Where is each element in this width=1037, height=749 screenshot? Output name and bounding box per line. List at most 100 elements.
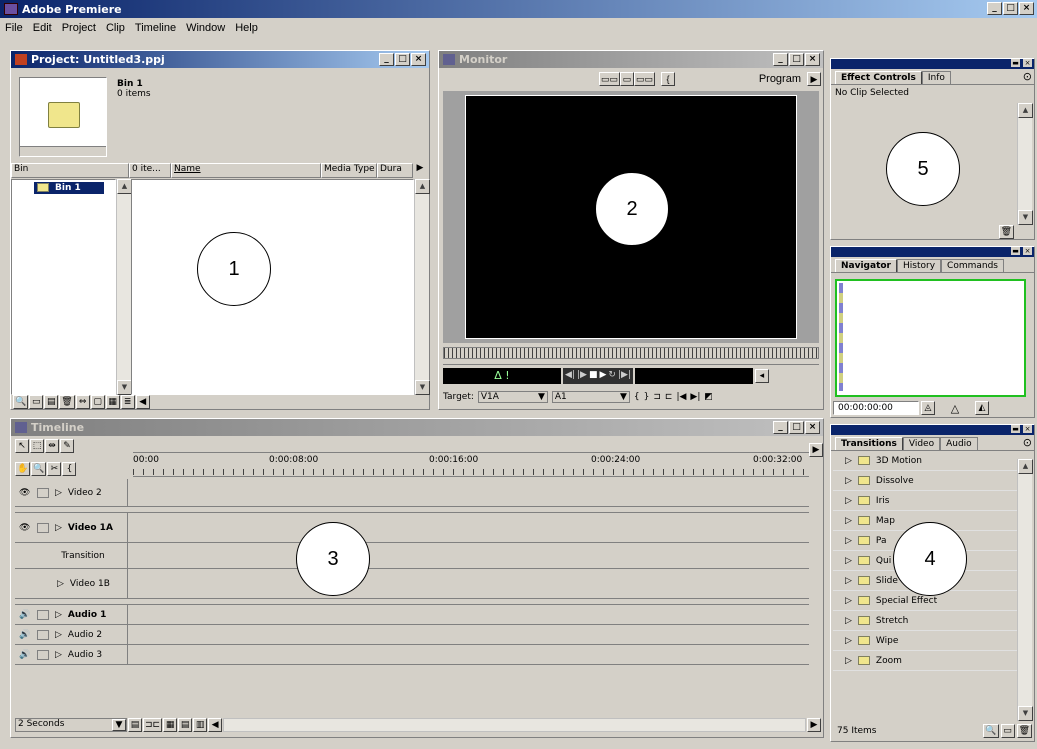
column-name[interactable]: Name	[171, 163, 321, 178]
monitor-menu-button[interactable]: ▶	[807, 72, 821, 86]
expand-arrow-icon[interactable]: ▷	[55, 610, 62, 620]
out-point-icon[interactable]: }	[644, 392, 650, 402]
tab-audio[interactable]: Audio	[940, 437, 978, 450]
track-video-2[interactable]: 👁 ▷ Video 2	[15, 479, 809, 507]
track-audio-3[interactable]: 🔊 ▷ Audio 3	[15, 645, 809, 665]
delete-button[interactable]: 🗑	[1016, 724, 1032, 738]
track-audio-1[interactable]: 🔊 ▷ Audio 1	[15, 605, 809, 625]
thumbnail-view-button[interactable]: ▦	[105, 395, 120, 409]
play-icon[interactable]: ▶	[599, 370, 606, 382]
expand-arrow-icon[interactable]: ▷	[57, 579, 64, 589]
track-video-1a[interactable]: 👁 ▷ Video 1A	[15, 513, 809, 543]
ripple-edit-tool-icon[interactable]: ⇹	[45, 439, 59, 453]
transition-folder-dissolve[interactable]: ▷ Dissolve	[833, 471, 1017, 491]
monitor-minimize-button[interactable]: _	[773, 53, 788, 66]
bin-tree-scrollbar[interactable]: ▲ ▼	[116, 179, 132, 395]
lock-checkbox[interactable]	[37, 629, 49, 640]
close-button[interactable]: ×	[1019, 2, 1034, 15]
trim-view-button[interactable]: ▭▭	[634, 72, 656, 86]
lift-icon[interactable]: ⊐	[653, 392, 661, 402]
menu-timeline[interactable]: Timeline	[130, 22, 181, 34]
column-duration[interactable]: Dura	[377, 163, 413, 178]
expand-arrow-icon[interactable]: ▷	[845, 576, 852, 586]
expand-arrow-icon[interactable]: ▷	[845, 656, 852, 666]
shift-tracks-button[interactable]: ▥	[193, 718, 208, 732]
palette-close-button[interactable]: ×	[1023, 59, 1032, 67]
project-maximize-button[interactable]: □	[395, 53, 410, 66]
razor-tool-icon[interactable]: ✂	[47, 461, 62, 476]
expand-arrow-icon[interactable]: ▷	[845, 616, 852, 626]
zoom-slider[interactable]: △	[937, 402, 973, 415]
range-select-tool-icon[interactable]: ⬚	[30, 439, 44, 453]
expand-arrow-icon[interactable]: ▷	[845, 456, 852, 466]
zoom-dropdown[interactable]: 2 Seconds ▼	[15, 718, 127, 732]
tab-transitions[interactable]: Transitions	[835, 437, 903, 450]
target-audio-dropdown[interactable]: A1 ▼	[551, 391, 630, 403]
play-in-out-icon[interactable]: |▶|	[618, 370, 631, 382]
transition-folder-3d-motion[interactable]: ▷ 3D Motion	[833, 451, 1017, 471]
navigator-preview[interactable]	[835, 279, 1026, 397]
find-button[interactable]: 🔍	[983, 724, 999, 738]
column-items[interactable]: 0 ite...	[129, 163, 171, 178]
speaker-icon[interactable]: 🔊	[19, 630, 33, 640]
timeline-minimize-button[interactable]: _	[773, 421, 788, 434]
prev-edit-icon[interactable]: |◀	[676, 392, 686, 402]
menu-clip[interactable]: Clip	[101, 22, 130, 34]
zoom-out-button[interactable]: ◬	[921, 401, 935, 415]
transition-folder-iris[interactable]: ▷ Iris	[833, 491, 1017, 511]
scroll-left-button[interactable]: ◀	[208, 718, 223, 732]
toggle-sync-button[interactable]: ▦	[163, 718, 178, 732]
new-bin-button[interactable]: ▭	[29, 395, 44, 409]
tab-info[interactable]: Info	[921, 71, 951, 84]
menu-project[interactable]: Project	[57, 22, 101, 34]
resize-button[interactable]: ⇔	[75, 395, 90, 409]
menu-window[interactable]: Window	[181, 22, 230, 34]
transition-folder-wipe[interactable]: ▷ Wipe	[833, 631, 1017, 651]
in-point-icon[interactable]: {	[634, 392, 640, 402]
selection-tool-icon[interactable]: ↖	[15, 439, 29, 453]
columns-arrow-icon[interactable]: ▶	[413, 163, 427, 178]
list-view-button[interactable]: ≣	[120, 395, 135, 409]
expand-arrow-icon[interactable]: ▷	[845, 556, 852, 566]
expand-arrow-icon[interactable]: ▷	[55, 488, 62, 498]
transition-folder-stretch[interactable]: ▷ Stretch	[833, 611, 1017, 631]
extract-icon[interactable]: ⊏	[665, 392, 673, 402]
eye-icon[interactable]: 👁	[19, 488, 33, 498]
expand-arrow-icon[interactable]: ▷	[845, 536, 852, 546]
track-video-1b[interactable]: ▷ Video 1B	[15, 569, 809, 599]
transitions-scrollbar[interactable]: ▲ ▼	[1017, 459, 1033, 721]
timeline-scrubber[interactable]	[443, 347, 819, 359]
delete-button[interactable]: 🗑	[59, 395, 75, 409]
transition-folder-zoom[interactable]: ▷ Zoom	[833, 651, 1017, 671]
mark-icon[interactable]: ◩	[704, 392, 713, 402]
speaker-icon[interactable]: 🔊	[19, 610, 33, 620]
scroll-left-button[interactable]: ◀	[135, 395, 150, 409]
tab-commands[interactable]: Commands	[941, 259, 1004, 272]
pen-tool-icon[interactable]: ✎	[60, 439, 74, 453]
in-out-tool-icon[interactable]: {	[62, 461, 77, 476]
timeline-ruler[interactable]: 00:00 0:00:08:00 0:00:16:00 0:00:24:00 0…	[133, 443, 809, 477]
toggle-snap-button[interactable]: ⊐⊏	[143, 718, 163, 732]
monitor-close-button[interactable]: ×	[805, 53, 820, 66]
expand-arrow-icon[interactable]: ▷	[55, 523, 62, 533]
expand-arrow-icon[interactable]: ▷	[55, 630, 62, 640]
scroll-right-button[interactable]: ▶	[807, 718, 821, 732]
track-audio-2[interactable]: 🔊 ▷ Audio 2	[15, 625, 809, 645]
loop-icon[interactable]: ↻	[608, 370, 616, 382]
new-folder-button[interactable]: ▭	[1000, 724, 1015, 738]
palette-menu-icon[interactable]: ⊙	[1023, 70, 1032, 83]
expand-arrow-icon[interactable]: ▷	[845, 596, 852, 606]
timeline-menu-button[interactable]: ▶	[809, 443, 823, 457]
icon-view-button[interactable]: ▢	[90, 395, 105, 409]
horizontal-scrollbar[interactable]	[223, 718, 806, 732]
expand-arrow-icon[interactable]: ▷	[845, 476, 852, 486]
speaker-icon[interactable]: 🔊	[19, 650, 33, 660]
zoom-tool-icon[interactable]: 🔍	[31, 461, 47, 476]
project-minimize-button[interactable]: _	[379, 53, 394, 66]
track-transition[interactable]: Transition	[15, 543, 809, 569]
effect-scrollbar[interactable]: ▲ ▼	[1017, 103, 1033, 225]
timeline-close-button[interactable]: ×	[805, 421, 820, 434]
hand-tool-icon[interactable]: ✋	[15, 461, 31, 476]
scrubber-position[interactable]	[443, 359, 819, 365]
palette-close-button[interactable]: ×	[1023, 425, 1032, 433]
